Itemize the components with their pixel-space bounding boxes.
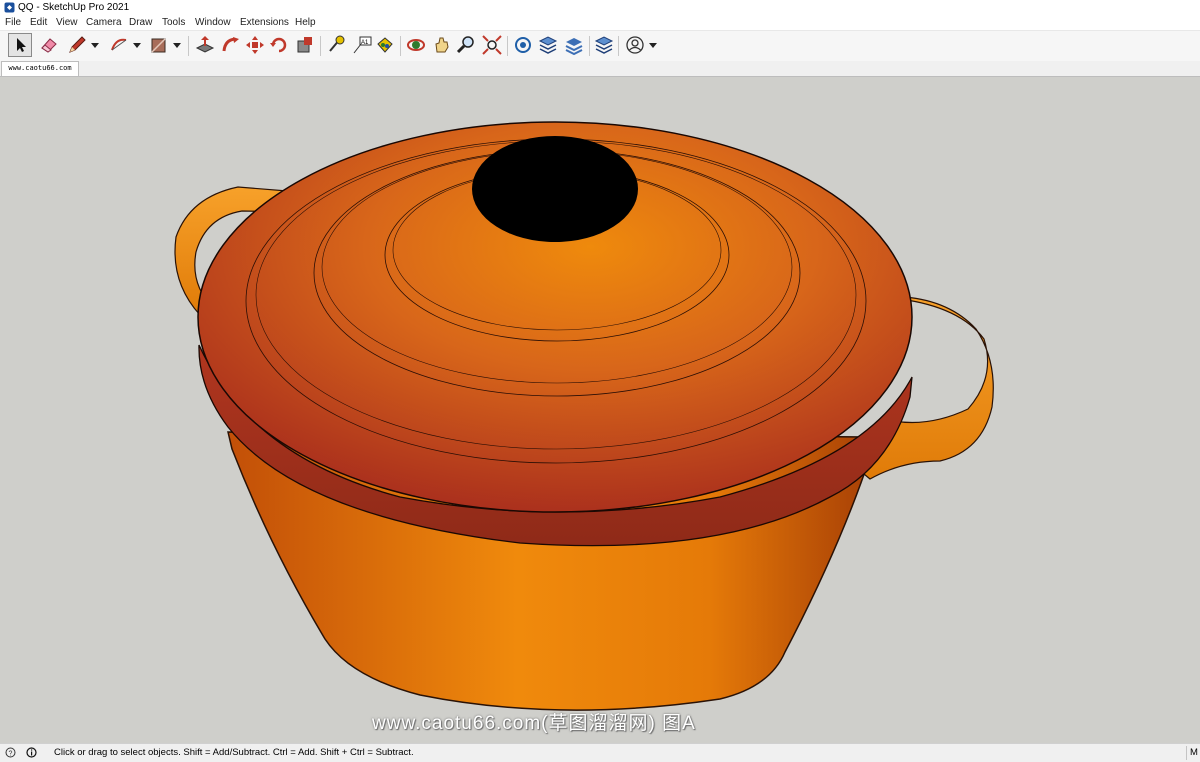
3d-warehouse-tool[interactable] — [512, 34, 534, 56]
text-icon: A1 — [353, 36, 372, 54]
zoom-extents-tool[interactable] — [481, 34, 503, 56]
menu-camera[interactable]: Camera — [86, 16, 122, 30]
lid-knob[interactable] — [472, 136, 638, 242]
account-dropdown[interactable] — [648, 34, 658, 56]
menu-file[interactable]: File — [5, 16, 21, 30]
menu-view[interactable]: View — [56, 16, 78, 30]
magnifier-icon — [456, 36, 474, 54]
info-icon[interactable] — [26, 747, 37, 758]
zoom-tool[interactable] — [455, 34, 477, 56]
toolbar-separator — [188, 36, 189, 56]
hand-icon — [435, 37, 449, 53]
scale-icon — [297, 37, 312, 53]
line-tool-dropdown[interactable] — [90, 34, 100, 56]
rectangle-icon — [151, 38, 166, 53]
document-tab[interactable]: www.caotu66.com — [1, 61, 79, 76]
menu-draw[interactable]: Draw — [129, 16, 152, 30]
menu-tools[interactable]: Tools — [162, 16, 185, 30]
extension-manager-tool[interactable] — [593, 34, 615, 56]
measurements-label: M — [1186, 746, 1200, 760]
text-tool[interactable]: A1 — [351, 34, 373, 56]
scale-tool[interactable] — [294, 34, 316, 56]
user-icon — [626, 36, 644, 54]
modeling-viewport[interactable] — [0, 77, 1200, 743]
main-toolbar: A1 — [0, 30, 1200, 62]
chevron-down-icon — [649, 43, 657, 48]
document-tab-bar: www.caotu66.com — [0, 61, 1200, 77]
arc-tool[interactable] — [108, 34, 130, 56]
select-tool[interactable] — [8, 33, 32, 57]
menu-bar: File Edit View Camera Draw Tools Window … — [0, 16, 1200, 30]
svg-text:?: ? — [9, 751, 13, 758]
chevron-down-icon — [133, 43, 141, 48]
model-canvas[interactable] — [0, 77, 1200, 743]
follow-me-tool[interactable] — [220, 34, 242, 56]
rotate-icon — [270, 37, 287, 53]
toolbar-separator — [320, 36, 321, 56]
shape-tool-dropdown[interactable] — [172, 34, 182, 56]
tape-measure-tool[interactable] — [325, 34, 347, 56]
warehouse-icon — [515, 37, 531, 53]
status-message: Click or drag to select objects. Shift =… — [54, 747, 414, 758]
chevron-down-icon — [173, 43, 181, 48]
rotate-tool[interactable] — [268, 34, 290, 56]
layout-icon — [565, 38, 583, 56]
chevron-down-icon — [91, 43, 99, 48]
sketchup-logo-icon — [4, 2, 15, 13]
menu-window[interactable]: Window — [195, 16, 231, 30]
orbit-tool[interactable] — [405, 34, 427, 56]
line-tool[interactable] — [66, 34, 88, 56]
watermark-text: www.caotu66.com(草图溜溜网) 图A — [372, 713, 696, 734]
paint-bucket-icon — [377, 37, 393, 53]
menu-extensions[interactable]: Extensions — [240, 16, 289, 30]
toolbar-separator — [400, 36, 401, 56]
title-bar: QQ - SketchUp Pro 2021 — [0, 0, 1200, 17]
account-button[interactable] — [624, 34, 646, 56]
toolbar-separator — [507, 36, 508, 56]
shape-tool[interactable] — [148, 34, 170, 56]
pan-tool[interactable] — [431, 34, 453, 56]
zoom-extents-icon — [482, 35, 502, 55]
geo-location-icon[interactable]: ? — [5, 747, 16, 758]
toolbar-separator — [618, 36, 619, 56]
extension-manager-icon — [594, 36, 614, 54]
extension-warehouse-tool[interactable] — [537, 34, 559, 56]
paint-bucket-tool[interactable] — [374, 34, 396, 56]
text-tool-label: A1 — [361, 40, 369, 46]
orbit-icon — [407, 39, 425, 51]
eraser-tool[interactable] — [38, 34, 60, 56]
layout-tool[interactable] — [563, 34, 585, 56]
push-pull-icon — [195, 36, 215, 53]
follow-me-icon — [222, 37, 239, 52]
window-title: QQ - SketchUp Pro 2021 — [18, 2, 130, 13]
arrow-cursor-icon — [17, 38, 26, 52]
move-tool[interactable] — [244, 34, 266, 56]
eraser-icon — [41, 38, 57, 53]
menu-help[interactable]: Help — [295, 16, 316, 30]
status-bar: ? Click or drag to select objects. Shift… — [0, 743, 1200, 762]
menu-edit[interactable]: Edit — [30, 16, 47, 30]
pencil-icon — [69, 36, 86, 53]
move-icon — [246, 36, 264, 54]
push-pull-tool[interactable] — [194, 34, 216, 56]
toolbar-separator — [589, 36, 590, 56]
arc-tool-dropdown[interactable] — [132, 34, 142, 56]
arc-icon — [111, 38, 127, 51]
extension-warehouse-icon — [538, 36, 558, 54]
tape-measure-icon — [329, 35, 345, 52]
